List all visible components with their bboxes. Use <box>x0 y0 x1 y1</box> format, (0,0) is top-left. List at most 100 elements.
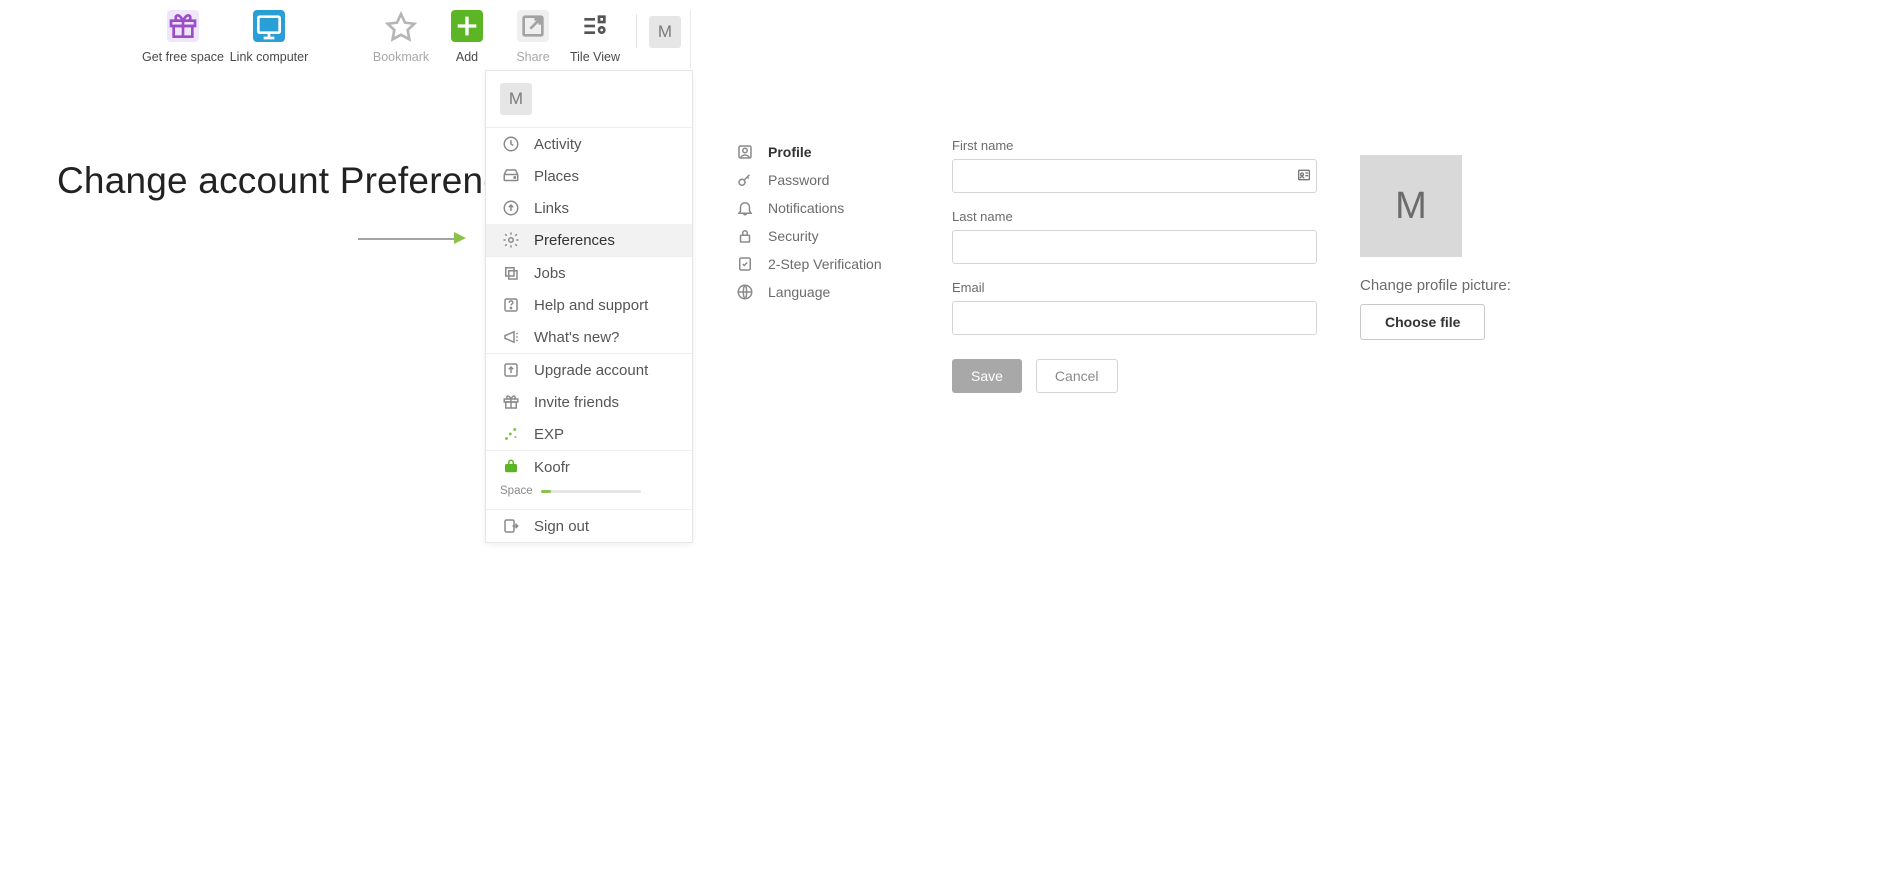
page-title: Change account Preferences <box>57 160 541 202</box>
help-icon <box>502 296 520 314</box>
monitor-icon <box>253 10 285 42</box>
menu-label: Koofr <box>534 459 570 476</box>
drive-icon <box>502 167 520 185</box>
menu-upgrade[interactable]: Upgrade account <box>486 354 692 386</box>
pref-label: Profile <box>768 144 812 160</box>
email-label: Email <box>952 280 1322 295</box>
external-link-icon <box>517 10 549 42</box>
menu-label: Sign out <box>534 518 589 535</box>
copy-icon <box>502 264 520 282</box>
last-name-label: Last name <box>952 209 1322 224</box>
menu-label: Preferences <box>534 232 615 249</box>
shield-icon <box>736 255 754 273</box>
menu-koofr[interactable]: Koofr <box>486 451 692 483</box>
toolbar-link-computer[interactable]: Link computer <box>226 10 312 64</box>
pref-password[interactable]: Password <box>736 166 916 194</box>
toolbar-tile-view[interactable]: Tile View <box>566 10 624 64</box>
menu-label: Upgrade account <box>534 362 648 379</box>
toolbar-bookmark[interactable]: Bookmark <box>368 10 434 64</box>
pref-label: Notifications <box>768 200 844 216</box>
menu-whats-new[interactable]: What's new? <box>486 321 692 353</box>
space-meter: Space <box>486 483 692 509</box>
gear-icon <box>502 231 520 249</box>
tile-view-icon <box>579 10 611 42</box>
plus-icon <box>451 10 483 42</box>
toolbar-divider <box>636 14 637 48</box>
toolbar-label: Bookmark <box>373 50 429 64</box>
contact-card-icon <box>1296 167 1312 183</box>
globe-icon <box>736 283 754 301</box>
toolbar-avatar[interactable]: M <box>649 16 681 48</box>
menu-links[interactable]: Links <box>486 192 692 224</box>
sign-out-icon <box>502 517 520 535</box>
avatar-letter: M <box>500 83 532 115</box>
pref-two-step[interactable]: 2-Step Verification <box>736 250 916 278</box>
menu-sign-out[interactable]: Sign out <box>486 510 692 542</box>
menu-label: Help and support <box>534 297 648 314</box>
save-button[interactable]: Save <box>952 359 1022 393</box>
menu-activity[interactable]: Activity <box>486 128 692 160</box>
menu-label: Activity <box>534 136 582 153</box>
sparkles-icon <box>502 425 520 443</box>
toolbar: Get free space Link computer Bookmark Ad… <box>140 10 681 64</box>
lock-icon <box>736 227 754 245</box>
choose-file-button[interactable]: Choose file <box>1360 304 1485 340</box>
pref-label: 2-Step Verification <box>768 256 882 272</box>
preferences-sidebar: Profile Password Notifications Security … <box>736 138 916 306</box>
menu-invite[interactable]: Invite friends <box>486 386 692 418</box>
menu-label: Jobs <box>534 265 566 282</box>
change-picture-label: Change profile picture: <box>1360 277 1511 294</box>
menu-help[interactable]: Help and support <box>486 289 692 321</box>
menu-label: Invite friends <box>534 394 619 411</box>
toolbar-label: Link computer <box>230 50 309 64</box>
menu-jobs[interactable]: Jobs <box>486 257 692 289</box>
toolbar-share[interactable]: Share <box>500 10 566 64</box>
menu-places[interactable]: Places <box>486 160 692 192</box>
toolbar-label: Tile View <box>570 50 620 64</box>
clock-icon <box>502 135 520 153</box>
menu-label: EXP <box>534 426 564 443</box>
menu-label: What's new? <box>534 329 619 346</box>
toolbar-label: Get free space <box>142 50 224 64</box>
menu-exp[interactable]: EXP <box>486 418 692 450</box>
space-bar <box>541 490 641 493</box>
key-icon <box>736 171 754 189</box>
gift-icon <box>167 10 199 42</box>
pref-notifications[interactable]: Notifications <box>736 194 916 222</box>
account-menu: M Activity Places Links Preferences Jobs… <box>485 70 693 543</box>
arrow-pointer <box>358 234 470 244</box>
pref-label: Security <box>768 228 819 244</box>
upload-icon <box>502 199 520 217</box>
menu-preferences[interactable]: Preferences <box>486 224 692 256</box>
star-icon <box>385 10 417 42</box>
pref-language[interactable]: Language <box>736 278 916 306</box>
profile-form: First name Last name Email Save Cancel <box>952 138 1322 393</box>
pref-label: Language <box>768 284 830 300</box>
cancel-button[interactable]: Cancel <box>1036 359 1118 393</box>
profile-picture-area: M Change profile picture: Choose file <box>1360 155 1511 340</box>
toolbar-label: Share <box>516 50 549 64</box>
gift-icon <box>502 393 520 411</box>
menu-label: Links <box>534 200 569 217</box>
pref-label: Password <box>768 172 829 188</box>
toolbar-add[interactable]: Add <box>434 10 500 64</box>
email-input[interactable] <box>952 301 1317 335</box>
menu-label: Places <box>534 168 579 185</box>
bell-icon <box>736 199 754 217</box>
avatar-large: M <box>1360 155 1462 257</box>
megaphone-icon <box>502 328 520 346</box>
upgrade-icon <box>502 361 520 379</box>
first-name-input[interactable] <box>952 159 1317 193</box>
menu-header: M <box>486 71 692 128</box>
briefcase-icon <box>502 458 520 476</box>
toolbar-label: Add <box>456 50 478 64</box>
pref-security[interactable]: Security <box>736 222 916 250</box>
space-label: Space <box>500 485 533 497</box>
toolbar-edge <box>690 10 691 68</box>
pref-profile[interactable]: Profile <box>736 138 916 166</box>
first-name-label: First name <box>952 138 1322 153</box>
last-name-input[interactable] <box>952 230 1317 264</box>
user-icon <box>736 143 754 161</box>
avatar-letter: M <box>649 16 681 48</box>
toolbar-get-free-space[interactable]: Get free space <box>140 10 226 64</box>
